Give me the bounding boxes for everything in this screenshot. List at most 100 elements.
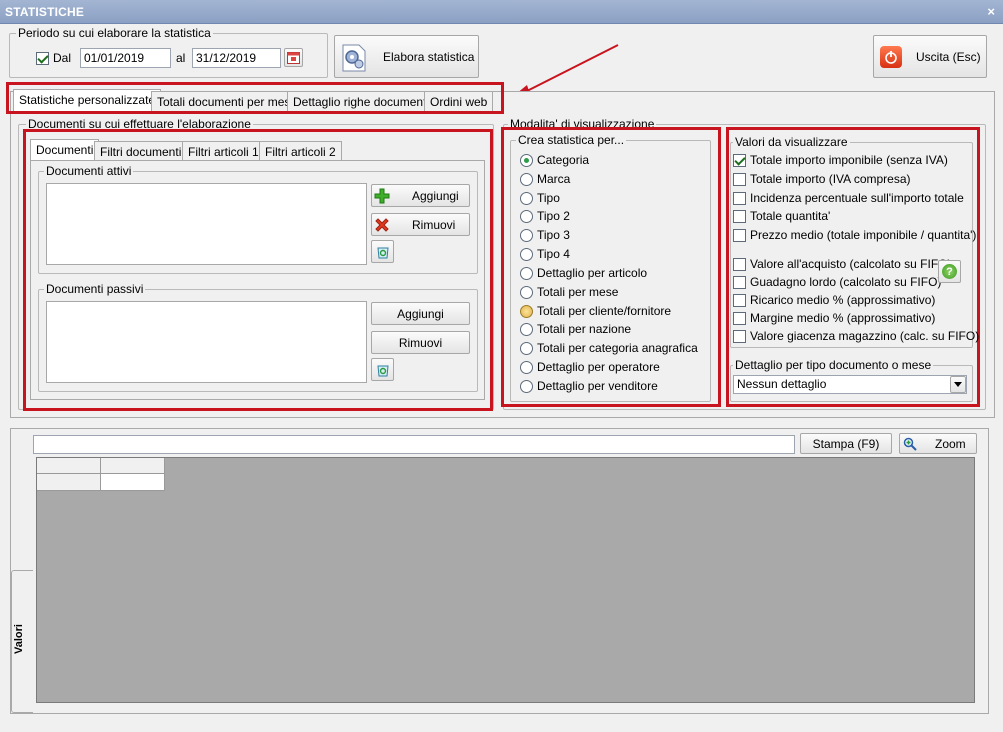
recycle-bin-icon <box>376 365 389 376</box>
radio-dettaglio-operatore[interactable] <box>520 360 533 374</box>
close-icon[interactable]: × <box>987 4 995 19</box>
passive-documents-legend: Documenti passivi <box>44 282 146 296</box>
dettaglio-legend: Dettaglio per tipo documento o mese <box>733 358 934 372</box>
passive-remove-button[interactable]: Rimuovi <box>371 331 470 354</box>
radio-totali-cliente[interactable] <box>520 304 533 318</box>
active-add-button[interactable]: Aggiungi <box>371 184 470 207</box>
radio-totali-categoria-anagrafica[interactable] <box>520 341 533 355</box>
report-grid[interactable] <box>36 457 975 703</box>
valori-option-valore-giacenza[interactable]: Valore giacenza magazzino (calc. su FIFO… <box>733 329 979 343</box>
date-from-field[interactable]: 01/01/2019 <box>80 48 171 68</box>
highlight-main-tabs <box>6 82 504 114</box>
chk-imponibile[interactable] <box>733 153 746 167</box>
crea-option-categoria[interactable]: Categoria <box>520 153 589 167</box>
crea-option-totali-cliente[interactable]: Totali per cliente/fornitore <box>520 304 671 318</box>
crea-option-dettaglio-articolo[interactable]: Dettaglio per articolo <box>520 266 647 280</box>
radio-dettaglio-articolo[interactable] <box>520 266 533 280</box>
valori-option-prezzo-medio[interactable]: Prezzo medio (totale imponibile / quanti… <box>733 228 976 242</box>
chevron-down-icon <box>954 382 962 387</box>
active-clear-button[interactable] <box>371 240 394 263</box>
documents-tab-strip: Documenti Filtri documenti Filtri artico… <box>30 139 342 160</box>
passive-add-button[interactable]: Aggiungi <box>371 302 470 325</box>
chk-quantita[interactable] <box>733 209 746 223</box>
plus-icon <box>374 188 390 203</box>
radio-tipo[interactable] <box>520 191 533 205</box>
chk-importo-iva[interactable] <box>733 172 746 186</box>
crea-option-totali-mese[interactable]: Totali per mese <box>520 285 618 299</box>
calendar-button[interactable] <box>284 48 303 67</box>
crea-option-dettaglio-venditore[interactable]: Dettaglio per venditore <box>520 379 658 393</box>
gear-document-icon <box>342 44 366 71</box>
active-remove-label: Rimuovi <box>412 217 456 232</box>
active-remove-button[interactable]: Rimuovi <box>371 213 470 236</box>
dettaglio-dropdown-button[interactable] <box>950 376 966 393</box>
active-documents-list[interactable] <box>46 183 367 265</box>
grid-header-cell <box>37 458 101 474</box>
radio-tipo-4[interactable] <box>520 247 533 261</box>
passive-clear-button[interactable] <box>371 358 394 381</box>
crea-option-totali-nazione[interactable]: Totali per nazione <box>520 322 631 336</box>
chk-ricarico-medio[interactable] <box>733 293 746 307</box>
valori-option-incidenza[interactable]: Incidenza percentuale sull'importo total… <box>733 191 964 205</box>
active-documents-legend: Documenti attivi <box>44 164 134 178</box>
radio-dettaglio-venditore[interactable] <box>520 379 533 393</box>
chk-guadagno-lordo[interactable] <box>733 275 746 289</box>
valori-legend: Valori da visualizzare <box>733 135 850 149</box>
chk-prezzo-medio[interactable] <box>733 228 746 242</box>
al-label: al <box>176 51 186 65</box>
crea-option-tipo[interactable]: Tipo <box>520 191 560 205</box>
passive-documents-list[interactable] <box>46 301 367 383</box>
chk-incidenza[interactable] <box>733 191 746 205</box>
exit-button[interactable]: Uscita (Esc) <box>873 35 987 78</box>
crea-option-dettaglio-operatore[interactable]: Dettaglio per operatore <box>520 360 660 374</box>
tab-filtri-articoli-2[interactable]: Filtri articoli 2 <box>259 141 342 160</box>
grid-cells <box>37 458 165 491</box>
valori-option-imponibile[interactable]: Totale importo imponibile (senza IVA) <box>733 153 948 167</box>
print-button[interactable]: Stampa (F9) <box>800 433 892 454</box>
crea-option-tipo-3[interactable]: Tipo 3 <box>520 228 570 242</box>
crea-option-totali-categoria-anagrafica[interactable]: Totali per categoria anagrafica <box>520 341 698 355</box>
process-statistics-label: Elabora statistica <box>383 49 475 64</box>
grid-row-header-cell <box>37 474 101 491</box>
report-filter-input[interactable] <box>33 435 795 454</box>
zoom-label: Zoom <box>935 436 966 451</box>
crea-option-tipo-4[interactable]: Tipo 4 <box>520 247 570 261</box>
tab-filtri-documenti[interactable]: Filtri documenti <box>94 141 188 160</box>
chk-valore-acquisto[interactable] <box>733 257 746 271</box>
side-tab-valori-label: Valori <box>12 624 25 654</box>
tab-filtri-articoli-1[interactable]: Filtri articoli 1 <box>182 141 265 160</box>
radio-tipo-2[interactable] <box>520 209 533 223</box>
recycle-bin-icon <box>376 247 389 258</box>
window-title: STATISTICHE <box>5 5 85 19</box>
zoom-icon <box>903 437 917 451</box>
radio-categoria[interactable] <box>520 153 533 167</box>
tab-documenti[interactable]: Documenti <box>30 139 100 160</box>
valori-option-importo-iva[interactable]: Totale importo (IVA compresa) <box>733 172 911 186</box>
valori-option-valore-acquisto[interactable]: Valore all'acquisto (calcolato su FIFO) <box>733 257 951 271</box>
crea-option-marca[interactable]: Marca <box>520 172 570 186</box>
radio-totali-nazione[interactable] <box>520 322 533 336</box>
chk-margine-medio[interactable] <box>733 311 746 325</box>
zoom-button[interactable]: Zoom <box>899 433 977 454</box>
side-tab-valori[interactable]: Valori <box>11 570 33 713</box>
chk-valore-giacenza[interactable] <box>733 329 746 343</box>
radio-totali-mese[interactable] <box>520 285 533 299</box>
help-button[interactable]: ? <box>938 260 961 283</box>
period-legend: Periodo su cui elaborare la statistica <box>16 26 213 40</box>
dettaglio-select-value: Nessun dettaglio <box>737 377 827 391</box>
valori-option-quantita[interactable]: Totale quantita' <box>733 209 830 223</box>
date-to-field[interactable]: 31/12/2019 <box>192 48 281 68</box>
radio-tipo-3[interactable] <box>520 228 533 242</box>
dal-checkbox[interactable] <box>36 51 49 65</box>
grid-data-cell[interactable] <box>101 474 165 491</box>
dal-label: Dal <box>53 51 72 65</box>
valori-option-guadagno-lordo[interactable]: Guadagno lordo (calcolato su FIFO) <box>733 275 941 289</box>
process-statistics-button[interactable]: Elabora statistica <box>334 35 479 78</box>
valori-option-ricarico-medio[interactable]: Ricarico medio % (approssimativo) <box>733 293 935 307</box>
dal-checkbox-row[interactable]: Dal <box>36 51 71 65</box>
calendar-icon <box>287 52 300 64</box>
dettaglio-select[interactable]: Nessun dettaglio <box>733 375 967 394</box>
crea-option-tipo-2[interactable]: Tipo 2 <box>520 209 570 223</box>
valori-option-margine-medio[interactable]: Margine medio % (approssimativo) <box>733 311 935 325</box>
radio-marca[interactable] <box>520 172 533 186</box>
